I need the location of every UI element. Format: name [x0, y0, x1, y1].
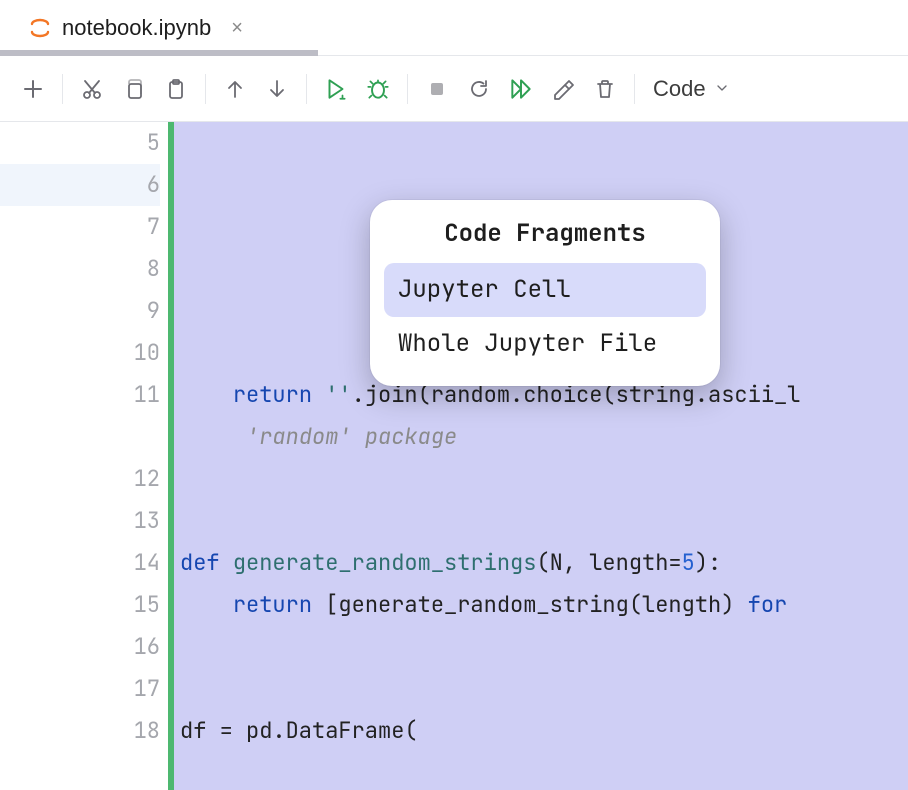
code-line[interactable]: return [generate_random_string(length) f… [174, 584, 908, 626]
separator [407, 74, 408, 104]
run-all-button[interactable] [500, 68, 542, 110]
tab-active-indicator [0, 50, 318, 56]
line-number: 7 [96, 206, 160, 248]
code-editor[interactable]: ring(length): return ''.join(random.choi… [174, 122, 908, 790]
code-line[interactable]: df = pd.DataFrame( [174, 710, 908, 752]
paste-button[interactable] [155, 68, 197, 110]
copy-button[interactable] [113, 68, 155, 110]
separator [634, 74, 635, 104]
code-line[interactable] [174, 626, 908, 668]
delete-cell-button[interactable] [584, 68, 626, 110]
code-line[interactable] [174, 458, 908, 500]
separator [62, 74, 63, 104]
editor-area: 567891011 12131415161718 ring(length): re… [0, 122, 908, 790]
left-gutter [0, 122, 96, 790]
line-number: 8 [96, 248, 160, 290]
code-line[interactable] [174, 122, 908, 164]
cell-type-label: Code [653, 76, 706, 102]
popup-item[interactable]: Jupyter Cell [384, 263, 706, 317]
separator [205, 74, 206, 104]
add-cell-button[interactable] [12, 68, 54, 110]
code-line[interactable]: 'random' package [174, 416, 908, 458]
line-number: 15 [96, 584, 160, 626]
debug-cell-button[interactable] [357, 68, 399, 110]
code-line[interactable]: def generate_random_strings(N, length=5)… [174, 542, 908, 584]
cell-type-selector[interactable]: Code [643, 76, 740, 102]
line-number: 13 [96, 500, 160, 542]
popup-item[interactable]: Whole Jupyter File [384, 317, 706, 371]
code-line[interactable] [174, 668, 908, 710]
file-tab[interactable]: notebook.ipynb × [16, 15, 255, 41]
code-line[interactable] [174, 500, 908, 542]
run-cell-button[interactable] [315, 68, 357, 110]
separator [306, 74, 307, 104]
close-icon[interactable]: × [231, 18, 243, 38]
clear-outputs-button[interactable] [542, 68, 584, 110]
current-line-highlight-gutter [0, 164, 96, 206]
move-cell-down-button[interactable] [256, 68, 298, 110]
line-number: 10 [96, 332, 160, 374]
line-number: 16 [96, 626, 160, 668]
jupyter-icon [28, 16, 52, 40]
tab-bar: notebook.ipynb × [0, 0, 908, 56]
line-number: 18 [96, 710, 160, 752]
line-number: 12 [96, 458, 160, 500]
line-number: 5 [96, 122, 160, 164]
popup-title: Code Fragments [384, 218, 706, 249]
notebook-toolbar: Code [0, 56, 908, 122]
line-number [96, 416, 160, 458]
code-fragments-popup: Code Fragments Jupyter CellWhole Jupyter… [370, 200, 720, 386]
move-cell-up-button[interactable] [214, 68, 256, 110]
line-number: 11 [96, 374, 160, 416]
interrupt-button[interactable] [416, 68, 458, 110]
restart-button[interactable] [458, 68, 500, 110]
tab-title: notebook.ipynb [62, 15, 211, 41]
chevron-down-icon [714, 76, 730, 102]
line-number: 17 [96, 668, 160, 710]
line-number: 9 [96, 290, 160, 332]
line-number: 14 [96, 542, 160, 584]
line-number-gutter: 567891011 12131415161718 [96, 122, 174, 790]
cut-button[interactable] [71, 68, 113, 110]
line-number: 6 [96, 164, 160, 206]
